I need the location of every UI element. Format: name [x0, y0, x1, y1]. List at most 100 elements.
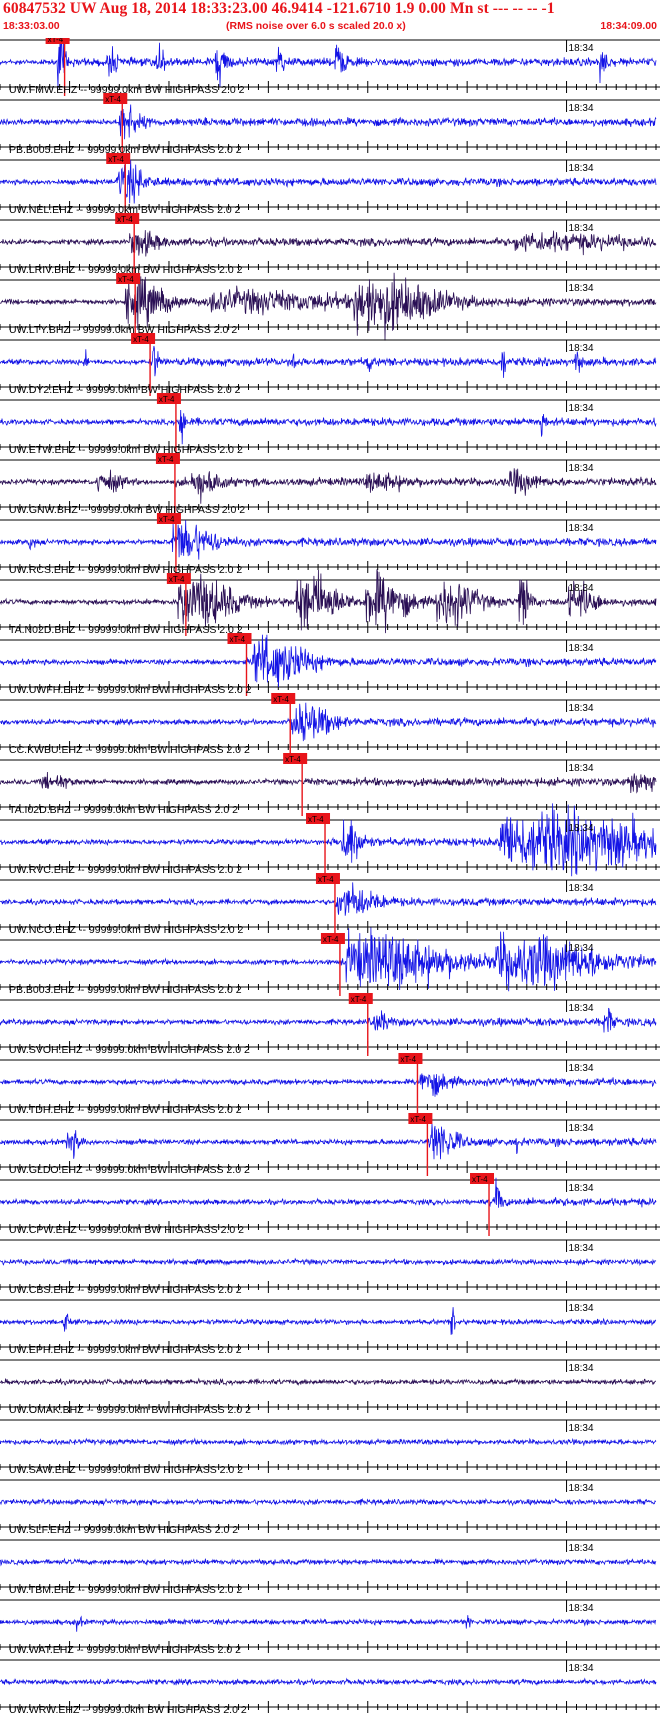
- pick-label: xT-4: [133, 335, 149, 344]
- waveform: [0, 1615, 657, 1632]
- waveform: [0, 634, 657, 688]
- minute-label: 18:34: [569, 523, 594, 534]
- waveform: [0, 702, 657, 742]
- pick-label: xT-4: [169, 575, 185, 584]
- station-label: UW.EPH.EHZ -- 99999.0km BW HIGHPASS 2.0 …: [9, 1344, 242, 1356]
- station-label: TA.N02D.BHZ -- 99999.0km BW HIGHPASS 2.0…: [9, 624, 243, 636]
- minute-label: 18:34: [569, 463, 594, 474]
- trace-uw-lty-bhz: 18:34xT-4UW.LTY.BHZ -- 99999.0km BW HIGH…: [0, 272, 660, 341]
- pick-label: xT-4: [118, 275, 134, 284]
- trace-uw-lriv-bhz: 18:34xT-4UW.LRIV.BHZ -- 99999.0km BW HIG…: [0, 213, 660, 276]
- station-label: TA.I02D.BHZ -- 99999.0km BW HIGHPASS 2.0…: [9, 804, 238, 816]
- minute-label: 18:34: [569, 343, 594, 354]
- pick-label: xT-4: [159, 395, 175, 404]
- waveform: [0, 771, 657, 794]
- minute-label: 18:34: [569, 1063, 594, 1074]
- plot-header: 60847532 UW Aug 18, 2014 18:33:23.00 46.…: [0, 0, 660, 40]
- waveform: [0, 1073, 657, 1097]
- waveform: [0, 1177, 657, 1208]
- trace-uw-gnw-bhz: 18:34 xT-4 UW.GNW.BHZ -- 99999.0km BW HIGH…: [0, 453, 660, 516]
- station-label: UW.CBS.EHZ -- 99999.0km BW HIGHPASS 2.0 …: [9, 1284, 242, 1296]
- start-time: 18:33:03.00: [3, 20, 60, 32]
- pick-label: xT-4: [410, 1115, 426, 1124]
- trace-uw-tdh-ehz: 18:34 xT-4 UW.TDH.EHZ -- 99999.0km BW HIGH…: [0, 1053, 660, 1116]
- waveform: [0, 1377, 656, 1387]
- pick-label: xT-4: [472, 1175, 488, 1184]
- trace-ta-n02d-bhz: 18:34 xT-4 TA.N02D.BHZ -- 99999.0km BW HIG…: [0, 569, 660, 636]
- minute-label: 18:34: [569, 943, 594, 954]
- waveform: [0, 104, 657, 140]
- minute-label: 18:34: [569, 1603, 594, 1614]
- trace-uw-eph-ehz: 18:34 UW.EPH.EHZ -- 99999.0km BW HIGHPASS…: [0, 1299, 660, 1356]
- station-label: UW.ETW.EHZ -- 99999.0km BW HIGHPASS 2.0 …: [9, 444, 243, 456]
- station-label: UW.RCS.EHZ -- 99999.0km BW HIGHPASS 2.0 …: [9, 564, 242, 576]
- trace-cc-kwbu-ehz: 18:34 xT-4 CC.KWBU.EHZ -- 99999.0km BW HIG…: [0, 693, 660, 756]
- trace-uw-wat-ehz: 18:34 UW.WAT.EHZ -- 99999.0km BW HIGHPASS…: [0, 1599, 660, 1656]
- pick-label: xT-4: [308, 815, 324, 824]
- station-label: UW.NCO.EHZ -- 99999.0km BW HIGHPASS 2.0 …: [9, 924, 244, 936]
- minute-label: 18:34: [569, 403, 594, 414]
- minute-label: 18:34: [569, 283, 594, 294]
- waveform: [0, 882, 657, 916]
- waveform: [0, 1677, 657, 1686]
- trace-uw-fmw-ehz: 18:34xT-4UW.FMW.EHZ -- 99999.0km BW HIGH…: [0, 38, 660, 96]
- seismogram-plot: 18:34xT-4UW.FMW.EHZ -- 99999.0km BW HIGH…: [0, 38, 660, 1716]
- trace-pb-b003-ehz: 18:34 xT-4 PB.B003.EHZ -- 99999.0km BW HIG…: [0, 927, 660, 996]
- waveform: [0, 1437, 657, 1447]
- station-label: UW.TBM.EHZ -- 99999.0km BW HIGHPASS 2.0 …: [9, 1584, 242, 1596]
- station-label: UW.WAT.EHZ -- 99999.0km BW HIGHPASS 2.0 …: [9, 1644, 241, 1656]
- waveform: [0, 1557, 657, 1567]
- trace-uw-cbs-ehz: 18:34 UW.CBS.EHZ -- 99999.0km BW HIGHPASS…: [0, 1239, 660, 1296]
- trace-uw-etw-ehz: 18:34 xT-4 UW.ETW.EHZ -- 99999.0km BW HIGH…: [0, 393, 660, 456]
- pick-label: xT-4: [400, 1055, 416, 1064]
- station-label: UW.WRW.EHZ -- 99999.0km BW HIGHPASS 2.0 …: [9, 1704, 247, 1716]
- station-label: UW.LTY.BHZ -- 99999.0km BW HIGHPASS 2.0 …: [9, 324, 237, 336]
- minute-label: 18:34: [569, 1363, 594, 1374]
- trace-uw-cpw-ehz: 18:34 xT-4 UW.CPW.EHZ -- 99999.0km BW HIGH…: [0, 1173, 660, 1236]
- minute-label: 18:34: [569, 643, 594, 654]
- end-time: 18:34:09.00: [600, 20, 657, 32]
- trace-uw-slf-ehz: 18:34 UW.SLF.EHZ -- 99999.0km BW HIGHPASS…: [0, 1479, 660, 1536]
- minute-label: 18:34: [569, 1003, 594, 1014]
- minute-label: 18:34: [569, 1183, 594, 1194]
- waveform: [0, 1307, 657, 1335]
- minute-label: 18:34: [569, 163, 594, 174]
- minute-label: 18:34: [569, 1423, 594, 1434]
- minute-label: 18:34: [569, 1123, 594, 1134]
- minute-label: 18:34: [569, 1243, 594, 1254]
- waveform: [0, 1497, 656, 1507]
- minute-label: 18:34: [569, 1543, 594, 1554]
- minute-label: 18:34: [569, 223, 594, 234]
- pick-label: xT-4: [158, 455, 174, 464]
- waveform: [0, 1257, 657, 1267]
- waveform: [0, 1123, 657, 1160]
- minute-label: 18:34: [569, 583, 594, 594]
- minute-label: 18:34: [569, 883, 594, 894]
- waveform: [0, 520, 657, 560]
- minute-label: 18:34: [569, 1663, 594, 1674]
- pick-label: xT-4: [285, 755, 301, 764]
- station-label: UW.SVOH.EHZ -- 99999.0km BW HIGHPASS 2.0…: [9, 1044, 250, 1056]
- waveform: [0, 409, 657, 445]
- pick-label: xT-4: [108, 155, 124, 164]
- pick-label: xT-4: [117, 215, 133, 224]
- waveform: [0, 159, 657, 204]
- trace-uw-wrw-ehz: 18:34 UW.WRW.EHZ -- 99999.0km BW HIGHPASS…: [0, 1659, 660, 1716]
- minute-label: 18:34: [569, 823, 594, 834]
- minute-label: 18:34: [569, 763, 594, 774]
- pick-label: xT-4: [273, 695, 289, 704]
- trace-uw-gldo-ehz: 18:34 xT-4 UW.GLDO.EHZ -- 99999.0km BW HIG…: [0, 1113, 660, 1176]
- station-label: UW.SLF.EHZ -- 99999.0km BW HIGHPASS 2.0 …: [9, 1524, 238, 1536]
- waveform: [0, 345, 657, 378]
- trace-uw-svoh-ehz: 18:34 xT-4 UW.SVOH.EHZ -- 99999.0km BW HIG…: [0, 993, 660, 1056]
- minute-label: 18:34: [569, 1483, 594, 1494]
- pick-label: xT-4: [351, 995, 367, 1004]
- station-label: UW.UWFH.EHZ -- 99999.0km BW HIGHPASS 2.0…: [9, 684, 252, 696]
- trace-uw-nco-ehz: 18:34 xT-4 UW.NCO.EHZ -- 99999.0km BW HIGH…: [0, 873, 660, 936]
- noise-note: (RMS noise over 6.0 s scaled 20.0 x): [226, 20, 406, 32]
- pick-label: xT-4: [48, 38, 64, 44]
- trace-pb-b005-ehz: 18:34xT-4PB.B005.EHZ -- 99999.0km BW HIG…: [0, 93, 660, 156]
- trace-uw-tbm-ehz: 18:34 UW.TBM.EHZ -- 99999.0km BW HIGHPASS…: [0, 1539, 660, 1596]
- trace-uw-nel-ehz: 18:34xT-4UW.NEL.EHZ -- 99999.0km BW HIGH…: [0, 153, 660, 216]
- pick-label: xT-4: [323, 935, 339, 944]
